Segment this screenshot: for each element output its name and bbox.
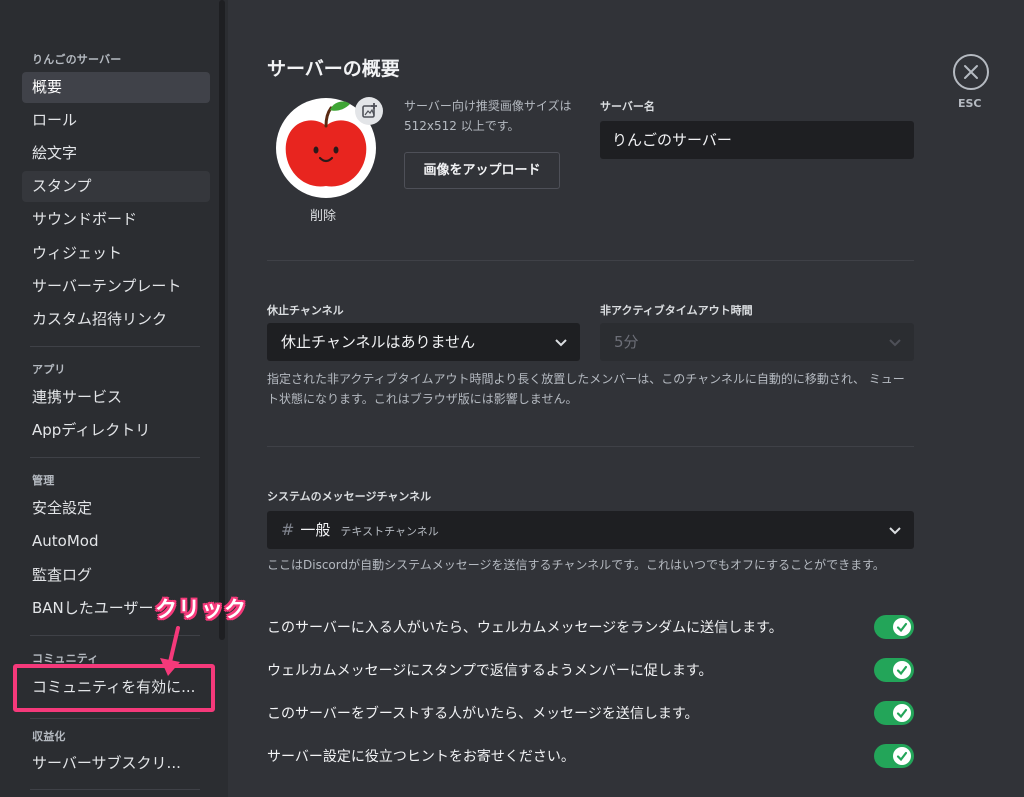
server-name-input[interactable]: りんごのサーバー <box>600 121 914 159</box>
sidebar-item-safety-setup[interactable]: 安全設定 <box>22 493 210 524</box>
remove-icon-link[interactable]: 削除 <box>310 205 336 224</box>
check-icon <box>896 622 908 633</box>
sidebar-item-server-subscriptions[interactable]: サーバーサブスクリ... <box>22 748 210 779</box>
sidebar-item-app-directory[interactable]: Appディレクトリ <box>22 415 210 446</box>
sidebar-divider <box>30 346 200 347</box>
close-button[interactable] <box>953 54 989 90</box>
toggle-knob <box>893 747 911 765</box>
system-channel-type: テキストチャンネル <box>340 525 439 538</box>
system-channel-label: システムのメッセージチャンネル <box>267 490 432 503</box>
toggle-knob <box>893 618 911 636</box>
toggle-label-setup-tips: サーバー設定に役立つヒントをお寄せください。 <box>267 749 575 765</box>
sidebar-item-roles[interactable]: ロール <box>22 105 210 136</box>
sidebar-item-emoji[interactable]: 絵文字 <box>22 138 210 169</box>
chevron-down-icon <box>889 339 901 347</box>
esc-label: ESC <box>958 97 982 110</box>
sidebar-section-moderation: 管理 <box>32 474 55 487</box>
sidebar-section-apps: アプリ <box>32 363 66 376</box>
sidebar-item-automod[interactable]: AutoMod <box>22 526 210 557</box>
sidebar-item-integrations[interactable]: 連携サービス <box>22 382 210 413</box>
sidebar-divider <box>30 718 200 719</box>
toggle-welcome-message[interactable] <box>874 615 914 639</box>
toggle-knob <box>893 704 911 722</box>
server-name-label: サーバー名 <box>600 100 655 113</box>
sidebar-item-overview[interactable]: 概要 <box>22 72 210 103</box>
toggle-setup-tips[interactable] <box>874 744 914 768</box>
system-channel-select[interactable]: # 一般 テキストチャンネル <box>267 511 914 549</box>
sidebar-section-server: りんごのサーバー <box>32 53 122 66</box>
annotation-arrow-icon <box>160 626 180 676</box>
toggle-label-welcome-message: このサーバーに入る人がいたら、ウェルカムメッセージをランダムに送信します。 <box>267 620 783 636</box>
sidebar-divider <box>30 789 200 790</box>
afk-timeout-label: 非アクティブタイムアウト時間 <box>600 304 753 317</box>
toggle-label-boost-message: このサーバーをブーストする人がいたら、メッセージを送信します。 <box>267 706 699 722</box>
icon-size-hint: サーバー向け推奨画像サイズは512x512 以上です。 <box>404 99 572 133</box>
check-icon <box>896 708 908 719</box>
system-channel-help: ここはDiscordが自動システムメッセージを送信するチャンネルです。これはいつ… <box>267 558 885 572</box>
toggle-boost-message[interactable] <box>874 701 914 725</box>
check-icon <box>896 751 908 762</box>
section-divider <box>267 260 914 261</box>
afk-timeout-select[interactable]: 5分 <box>600 323 914 361</box>
sidebar-item-soundboard[interactable]: サウンドボード <box>22 204 210 235</box>
afk-channel-select[interactable]: 休止チャンネルはありません <box>267 323 580 361</box>
upload-image-button[interactable]: 画像をアップロード <box>404 152 560 189</box>
hash-icon: # <box>281 520 295 539</box>
section-divider <box>267 446 914 447</box>
toggle-knob <box>893 661 911 679</box>
sidebar-divider <box>30 457 200 458</box>
sidebar-scrollbar[interactable] <box>219 0 225 640</box>
toggle-sticker-reply[interactable] <box>874 658 914 682</box>
sidebar-item-stickers[interactable]: スタンプ <box>22 171 210 202</box>
page-title: サーバーの概要 <box>267 58 400 80</box>
sidebar-item-audit-log[interactable]: 監査ログ <box>22 560 210 591</box>
sidebar-item-widget[interactable]: ウィジェット <box>22 238 210 269</box>
chevron-down-icon <box>889 527 901 535</box>
afk-timeout-value: 5分 <box>614 333 639 351</box>
toggle-label-sticker-reply: ウェルカムメッセージにスタンプで返信するようメンバーに促します。 <box>267 663 713 679</box>
sidebar-section-monetization: 収益化 <box>32 730 66 743</box>
check-icon <box>896 665 908 676</box>
system-channel-name: 一般 <box>300 521 331 539</box>
afk-help-text: 指定された非アクティブタイムアウト時間より長く放置したメンバーは、このチャンネル… <box>267 372 905 406</box>
add-image-button[interactable] <box>355 97 383 125</box>
click-annotation-label: クリック <box>155 598 248 623</box>
close-icon <box>964 65 978 79</box>
chevron-down-icon <box>555 339 567 347</box>
sidebar-item-server-template[interactable]: サーバーテンプレート <box>22 271 210 302</box>
add-image-icon <box>362 103 377 118</box>
sidebar-item-custom-invite[interactable]: カスタム招待リンク <box>22 304 210 335</box>
afk-channel-value: 休止チャンネルはありません <box>281 333 476 351</box>
afk-channel-label: 休止チャンネル <box>267 304 344 317</box>
